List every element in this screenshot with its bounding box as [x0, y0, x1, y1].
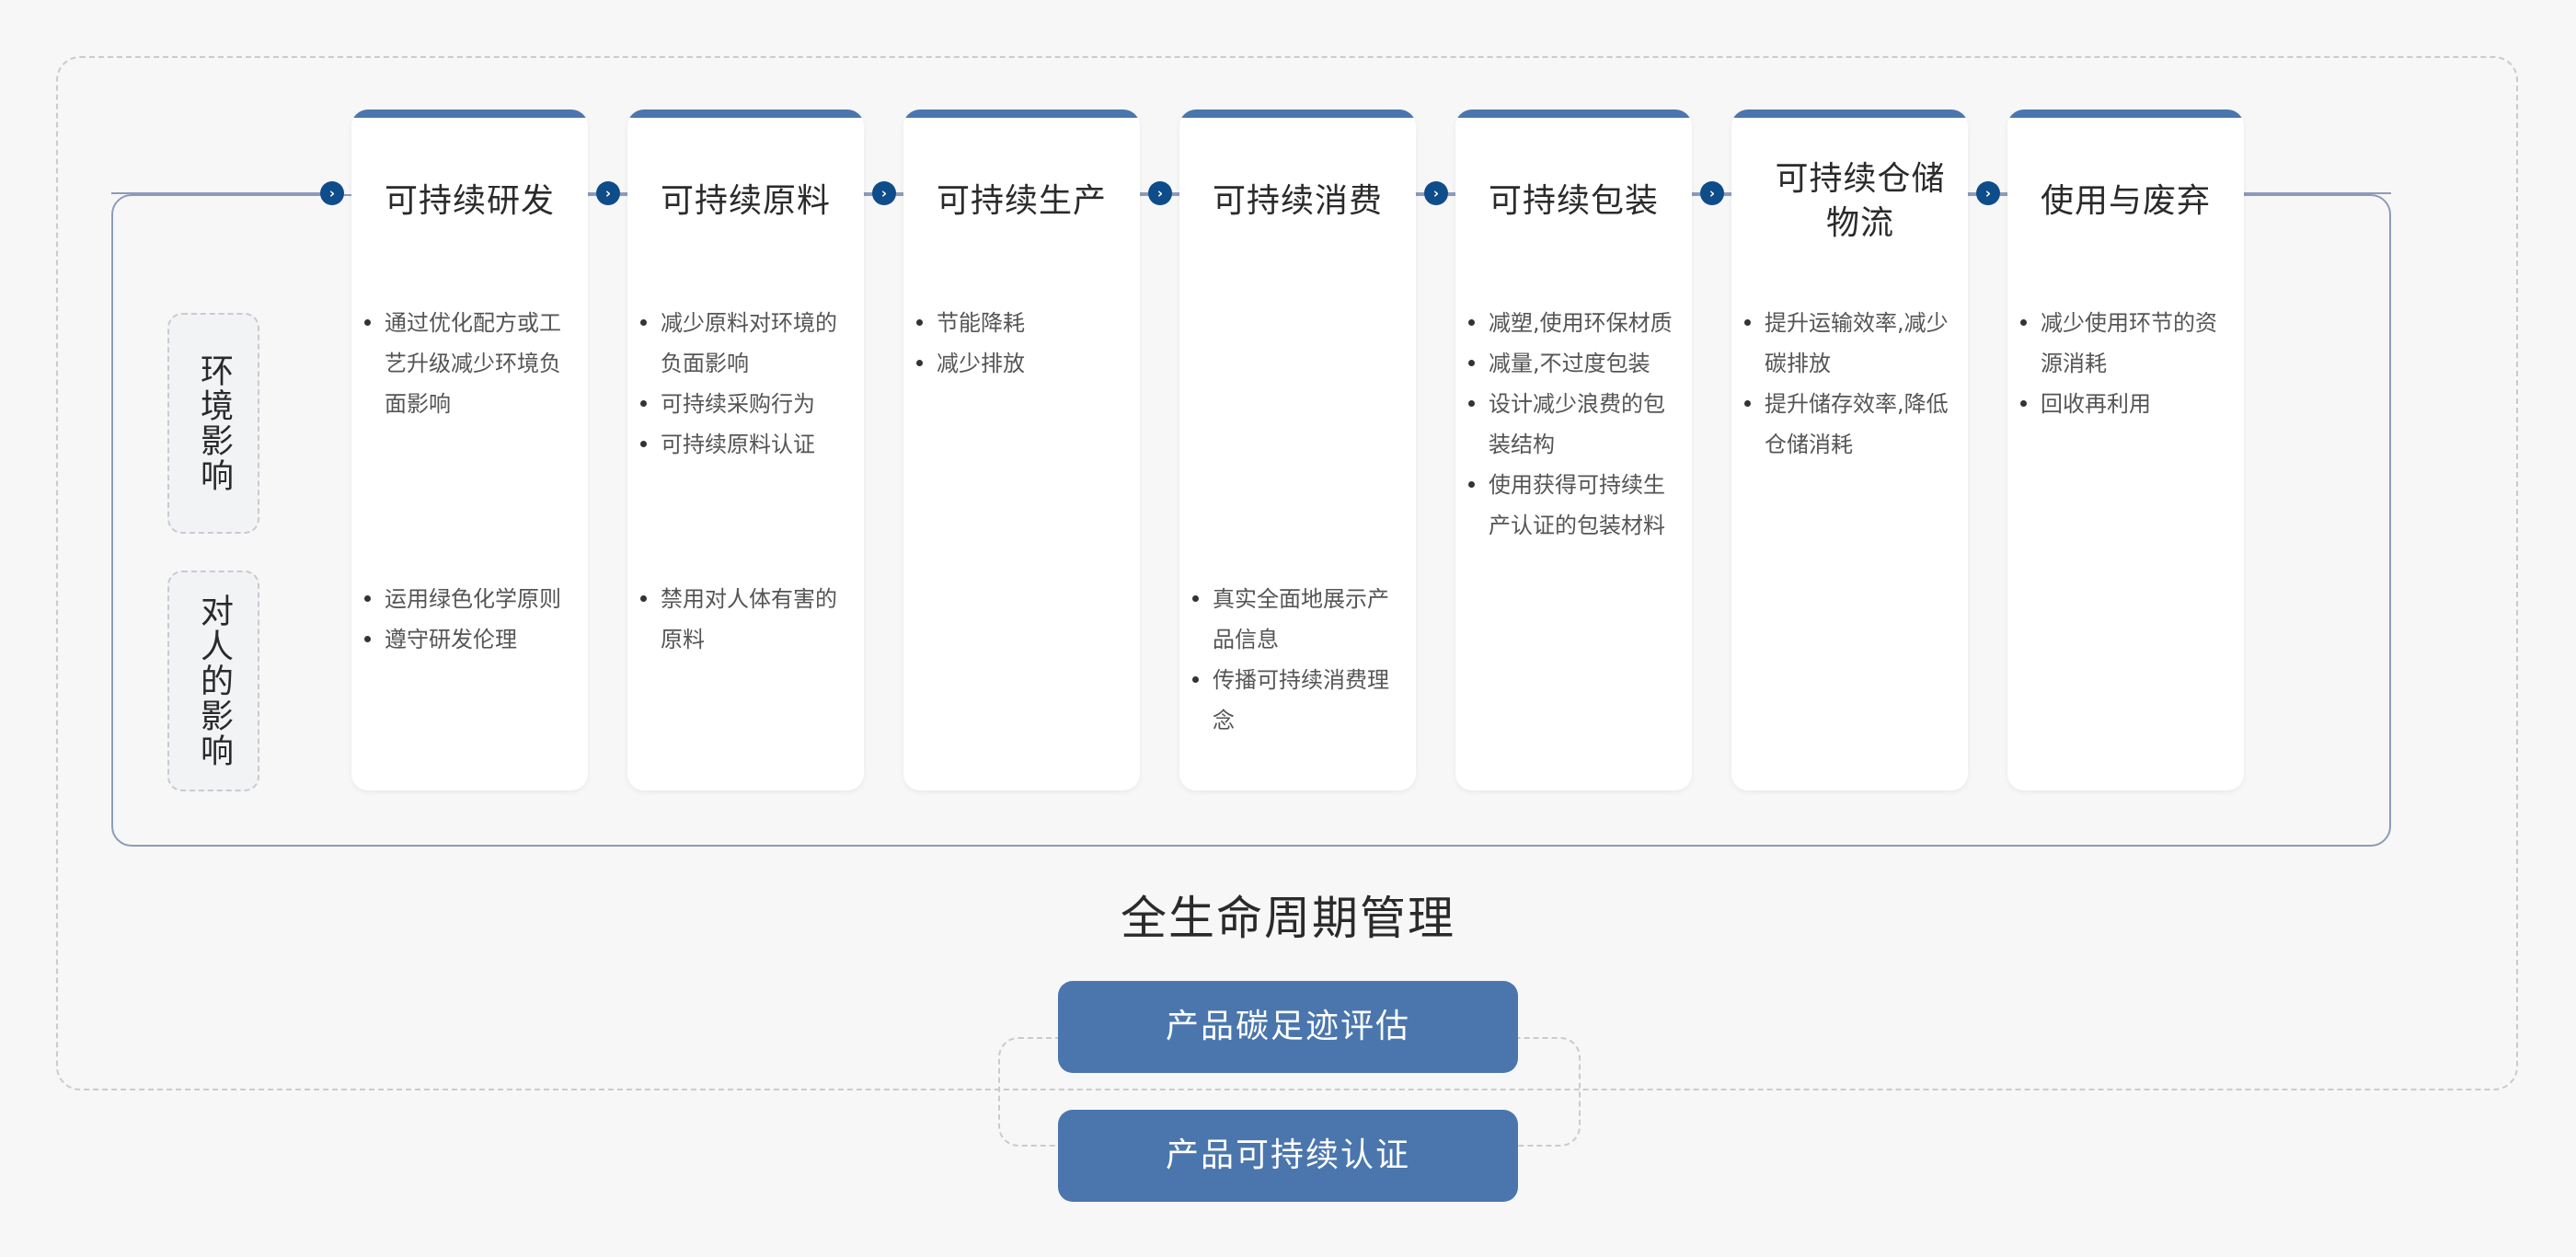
chevron-right-icon: › — [872, 181, 896, 205]
lifecycle-title: 全生命周期管理 — [1121, 892, 1455, 945]
stage-card-raw-materials: 可持续原料 减少原料对环境的负面影响 可持续采购行为 可持续原料认证 禁用对人体… — [627, 110, 864, 790]
chevron-right-icon: › — [1148, 181, 1172, 205]
flow-connector-line — [2244, 192, 2391, 194]
stage-title: 可持续生产 — [936, 182, 1107, 220]
stage-human-list: 真实全面地展示产品信息 传播可持续消费理念 — [1192, 579, 1401, 741]
stage-card-rnd: 可持续研发 通过优化配方或工艺升级减少环境负面影响 运用绿色化学原则 遵守研发伦… — [351, 110, 588, 790]
list-item: 减量,不过度包装 — [1468, 343, 1677, 384]
stage-title: 使用与废弃 — [2040, 182, 2211, 220]
stage-card-packaging: 可持续包装 减塑,使用环保材质 减量,不过度包装 设计减少浪费的包装结构 使用获… — [1455, 110, 1692, 790]
dimension-environment-label: 环境影响 — [167, 313, 259, 534]
stage-title: 可持续包装 — [1488, 182, 1659, 220]
stage-environment-list: 减少使用环节的资源消耗 回收再利用 — [2020, 303, 2229, 424]
chevron-right-icon: › — [1700, 181, 1724, 205]
stage-environment-list: 节能降耗 减少排放 — [916, 303, 1125, 384]
list-item: 减塑,使用环保材质 — [1468, 303, 1677, 343]
chevron-right-icon: › — [1424, 181, 1448, 205]
list-item: 禁用对人体有害的原料 — [640, 579, 849, 660]
stage-title: 可持续原料 — [660, 182, 831, 220]
dimension-human-label: 对人的影响 — [167, 571, 259, 791]
list-item: 减少排放 — [916, 343, 1125, 384]
list-item: 提升储存效率,降低仓储消耗 — [1744, 384, 1953, 465]
flow-connector-line — [111, 192, 329, 194]
stage-card-use-disposal: 使用与废弃 减少使用环节的资源消耗 回收再利用 — [2007, 110, 2244, 790]
list-item: 设计减少浪费的包装结构 — [1468, 384, 1677, 465]
list-item: 通过优化配方或工艺升级减少环境负面影响 — [364, 303, 573, 424]
list-item: 可持续采购行为 — [640, 384, 849, 424]
stage-environment-list: 减塑,使用环保材质 减量,不过度包装 设计减少浪费的包装结构 使用获得可持续生产… — [1468, 303, 1677, 546]
list-item: 回收再利用 — [2020, 384, 2229, 424]
stage-title: 可持续仓储物流 — [1775, 160, 1946, 242]
list-item: 真实全面地展示产品信息 — [1192, 579, 1401, 660]
stage-title: 可持续消费 — [1212, 182, 1383, 220]
stage-card-production: 可持续生产 节能降耗 减少排放 — [903, 110, 1140, 790]
list-item: 减少原料对环境的负面影响 — [640, 303, 849, 384]
list-item: 传播可持续消费理念 — [1192, 660, 1401, 741]
stage-human-list: 运用绿色化学原则 遵守研发伦理 — [364, 579, 573, 660]
chevron-right-icon: › — [596, 181, 620, 205]
stage-title: 可持续研发 — [384, 182, 555, 220]
stage-card-consumption: 可持续消费 真实全面地展示产品信息 传播可持续消费理念 — [1179, 110, 1416, 790]
sustainability-certification-button[interactable]: 产品可持续认证 — [1058, 1110, 1518, 1202]
stage-environment-list: 减少原料对环境的负面影响 可持续采购行为 可持续原料认证 — [640, 303, 849, 465]
chevron-right-icon: › — [320, 181, 344, 205]
stage-environment-list: 通过优化配方或工艺升级减少环境负面影响 — [364, 303, 573, 424]
carbon-footprint-assessment-button[interactable]: 产品碳足迹评估 — [1058, 981, 1518, 1073]
list-item: 运用绿色化学原则 — [364, 579, 573, 619]
chevron-right-icon: › — [1976, 181, 2000, 205]
stage-environment-list: 提升运输效率,减少碳排放 提升储存效率,降低仓储消耗 — [1744, 303, 1953, 465]
list-item: 使用获得可持续生产认证的包装材料 — [1468, 465, 1677, 546]
list-item: 可持续原料认证 — [640, 424, 849, 465]
list-item: 减少使用环节的资源消耗 — [2020, 303, 2229, 384]
stage-human-list: 禁用对人体有害的原料 — [640, 579, 849, 660]
list-item: 节能降耗 — [916, 303, 1125, 343]
list-item: 提升运输效率,减少碳排放 — [1744, 303, 1953, 384]
list-item: 遵守研发伦理 — [364, 619, 573, 660]
stage-card-warehousing-logistics: 可持续仓储物流 提升运输效率,减少碳排放 提升储存效率,降低仓储消耗 — [1731, 110, 1968, 790]
